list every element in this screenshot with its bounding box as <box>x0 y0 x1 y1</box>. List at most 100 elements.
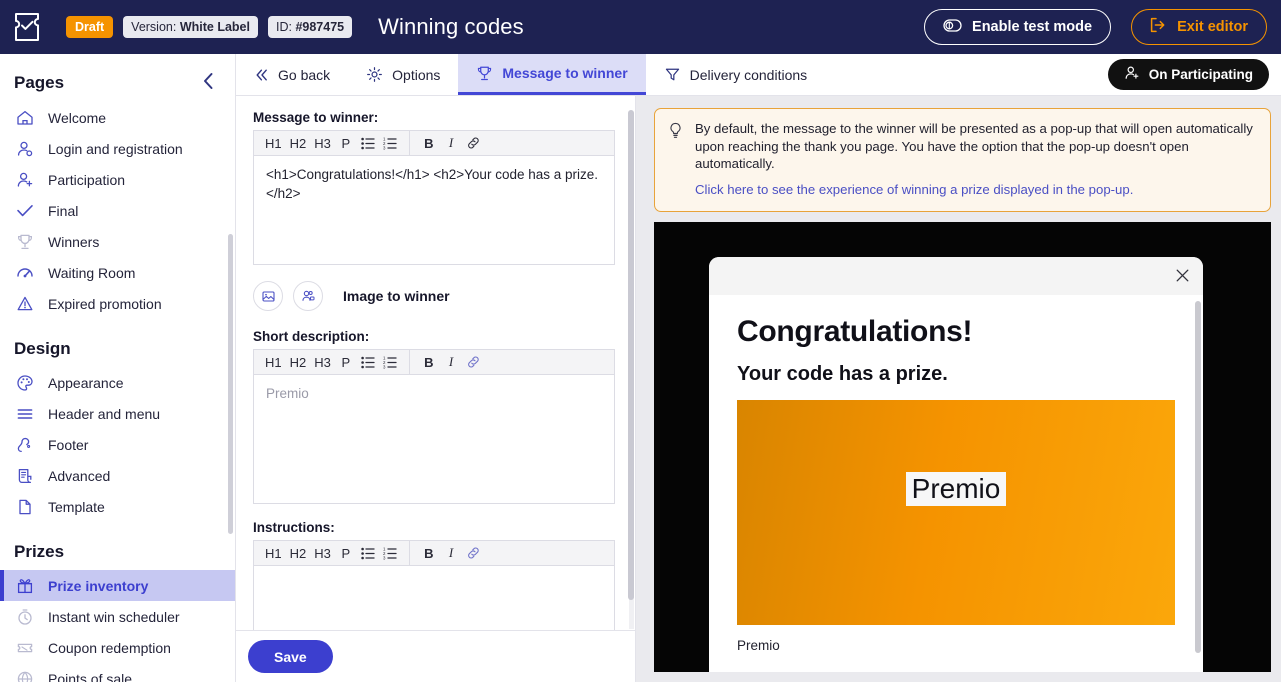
info-banner-content: By default, the message to the winner wi… <box>695 120 1256 199</box>
sidebar-scrollbar-thumb[interactable] <box>228 234 233 534</box>
enable-test-mode-button[interactable]: Enable test mode <box>924 9 1111 45</box>
sidebar-item-participation[interactable]: Participation <box>0 164 235 195</box>
tab-label: Message to winner <box>502 65 627 81</box>
sidebar-scrollbar[interactable] <box>229 114 234 672</box>
sidebar-item-instant-win-scheduler[interactable]: Instant win scheduler <box>0 601 235 632</box>
chevron-left-icon[interactable] <box>198 72 219 94</box>
editor-pane: Message to winner: H1 H2 H3 P <box>236 96 636 682</box>
enable-test-mode-label: Enable test mode <box>972 19 1092 35</box>
sidebar-item-points-of-sale[interactable]: Points of sale <box>0 663 235 682</box>
editor-scrollbar-thumb[interactable] <box>628 110 634 600</box>
numbered-list-icon[interactable]: 123 <box>380 351 400 374</box>
bold-button[interactable]: B <box>419 542 439 565</box>
scroll-document-icon <box>14 467 36 485</box>
link-icon[interactable] <box>463 351 484 374</box>
exit-editor-label: Exit editor <box>1177 19 1248 35</box>
svg-text:3: 3 <box>383 555 386 559</box>
h2-button[interactable]: H2 <box>287 542 310 565</box>
sidebar-item-winners[interactable]: Winners <box>0 226 235 257</box>
sidebar-item-advanced[interactable]: Advanced <box>0 460 235 491</box>
h1-button[interactable]: H1 <box>262 132 285 155</box>
bold-button[interactable]: B <box>419 132 439 155</box>
sidebar-item-welcome[interactable]: Welcome <box>0 102 235 133</box>
preview-pane: By default, the message to the winner wi… <box>636 96 1281 682</box>
paragraph-button[interactable]: P <box>336 132 356 155</box>
status-badge[interactable]: On Participating <box>1108 59 1269 90</box>
sidebar-item-waiting-room[interactable]: Waiting Room <box>0 257 235 288</box>
sidebar-item-label: Participation <box>48 172 125 188</box>
h2-button[interactable]: H2 <box>287 132 310 155</box>
exit-editor-button[interactable]: Exit editor <box>1131 9 1267 45</box>
info-banner-link[interactable]: Click here to see the experience of winn… <box>695 182 1133 197</box>
editor-footer: Save <box>236 630 635 682</box>
sidebar-item-final[interactable]: Final <box>0 195 235 226</box>
user-login-icon <box>14 140 36 158</box>
sidebar-item-prize-inventory[interactable]: Prize inventory <box>0 570 235 601</box>
winner-popup-preview: Congratulations! Your code has a prize. … <box>709 257 1203 672</box>
tab-label: Options <box>392 67 440 83</box>
tab-message-to-winner[interactable]: Message to winner <box>458 54 645 95</box>
link-icon[interactable] <box>463 132 484 155</box>
version-badge: Version: White Label <box>123 16 258 38</box>
italic-button[interactable]: I <box>441 132 461 155</box>
h2-button[interactable]: H2 <box>287 351 310 374</box>
sidebar-item-label: Coupon redemption <box>48 640 171 656</box>
paragraph-button[interactable]: P <box>336 351 356 374</box>
center-column: Go back Options Message to winner <box>236 54 1281 682</box>
lightbulb-icon <box>668 120 684 199</box>
sidebar-item-label: Winners <box>48 234 99 250</box>
prize-image: Premio <box>737 400 1175 625</box>
h1-button[interactable]: H1 <box>262 542 285 565</box>
h3-button[interactable]: H3 <box>311 542 334 565</box>
bulleted-list-icon[interactable] <box>358 132 378 155</box>
instructions-editor[interactable]: H1 H2 H3 P 123 <box>253 540 615 630</box>
video-camera-icon[interactable] <box>293 281 323 311</box>
popup-scrollbar-thumb[interactable] <box>1195 301 1201 653</box>
preview-bottom-strip <box>654 672 1271 682</box>
sidebar-header: Pages <box>0 54 235 102</box>
sidebar-item-footer[interactable]: Footer <box>0 429 235 460</box>
message-to-winner-editor[interactable]: H1 H2 H3 P 123 <box>253 130 615 265</box>
svg-text:3: 3 <box>383 364 386 368</box>
paragraph-button[interactable]: P <box>336 542 356 565</box>
italic-button[interactable]: I <box>441 351 461 374</box>
short-description-input[interactable]: Premio <box>254 375 614 503</box>
sidebar-item-template[interactable]: Template <box>0 491 235 522</box>
sidebar-item-label: Template <box>48 499 105 515</box>
sidebar-item-label: Advanced <box>48 468 110 484</box>
sidebar-item-label: Expired promotion <box>48 296 162 312</box>
message-to-winner-input[interactable]: <h1>Congratulations!</h1> <h2>Your code … <box>254 156 614 264</box>
h3-button[interactable]: H3 <box>311 351 334 374</box>
sidebar-item-login-and-registration[interactable]: Login and registration <box>0 133 235 164</box>
image-icon[interactable] <box>253 281 283 311</box>
funnel-icon <box>664 66 681 83</box>
sidebar-item-appearance[interactable]: Appearance <box>0 367 235 398</box>
tab-options[interactable]: Options <box>348 54 458 95</box>
h3-button[interactable]: H3 <box>311 132 334 155</box>
tab-delivery-conditions[interactable]: Delivery conditions <box>646 54 826 95</box>
numbered-list-icon[interactable]: 123 <box>380 542 400 565</box>
gear-icon <box>366 66 383 83</box>
instructions-input[interactable] <box>254 566 614 630</box>
sidebar-item-coupon-redemption[interactable]: Coupon redemption <box>0 632 235 663</box>
close-icon[interactable] <box>1174 267 1191 284</box>
sidebar-item-header-and-menu[interactable]: Header and menu <box>0 398 235 429</box>
numbered-list-icon[interactable]: 123 <box>380 132 400 155</box>
bulleted-list-icon[interactable] <box>358 351 378 374</box>
bulleted-list-icon[interactable] <box>358 542 378 565</box>
save-button[interactable]: Save <box>248 640 333 673</box>
short-description-label: Short description: <box>253 329 615 344</box>
bold-button[interactable]: B <box>419 351 439 374</box>
sidebar-item-label: Appearance <box>48 375 124 391</box>
tab-go-back[interactable]: Go back <box>236 54 348 95</box>
italic-button[interactable]: I <box>441 542 461 565</box>
toolbar-divider <box>409 350 410 375</box>
link-icon[interactable] <box>463 542 484 565</box>
id-badge: ID: #987475 <box>268 16 352 38</box>
h1-button[interactable]: H1 <box>262 351 285 374</box>
sidebar-item-expired-promotion[interactable]: Expired promotion <box>0 288 235 319</box>
tab-bar: Go back Options Message to winner <box>236 54 1281 96</box>
status-badge-label: On Participating <box>1149 67 1253 82</box>
ticket-check-icon[interactable] <box>12 10 42 44</box>
short-description-editor[interactable]: H1 H2 H3 P 123 <box>253 349 615 504</box>
